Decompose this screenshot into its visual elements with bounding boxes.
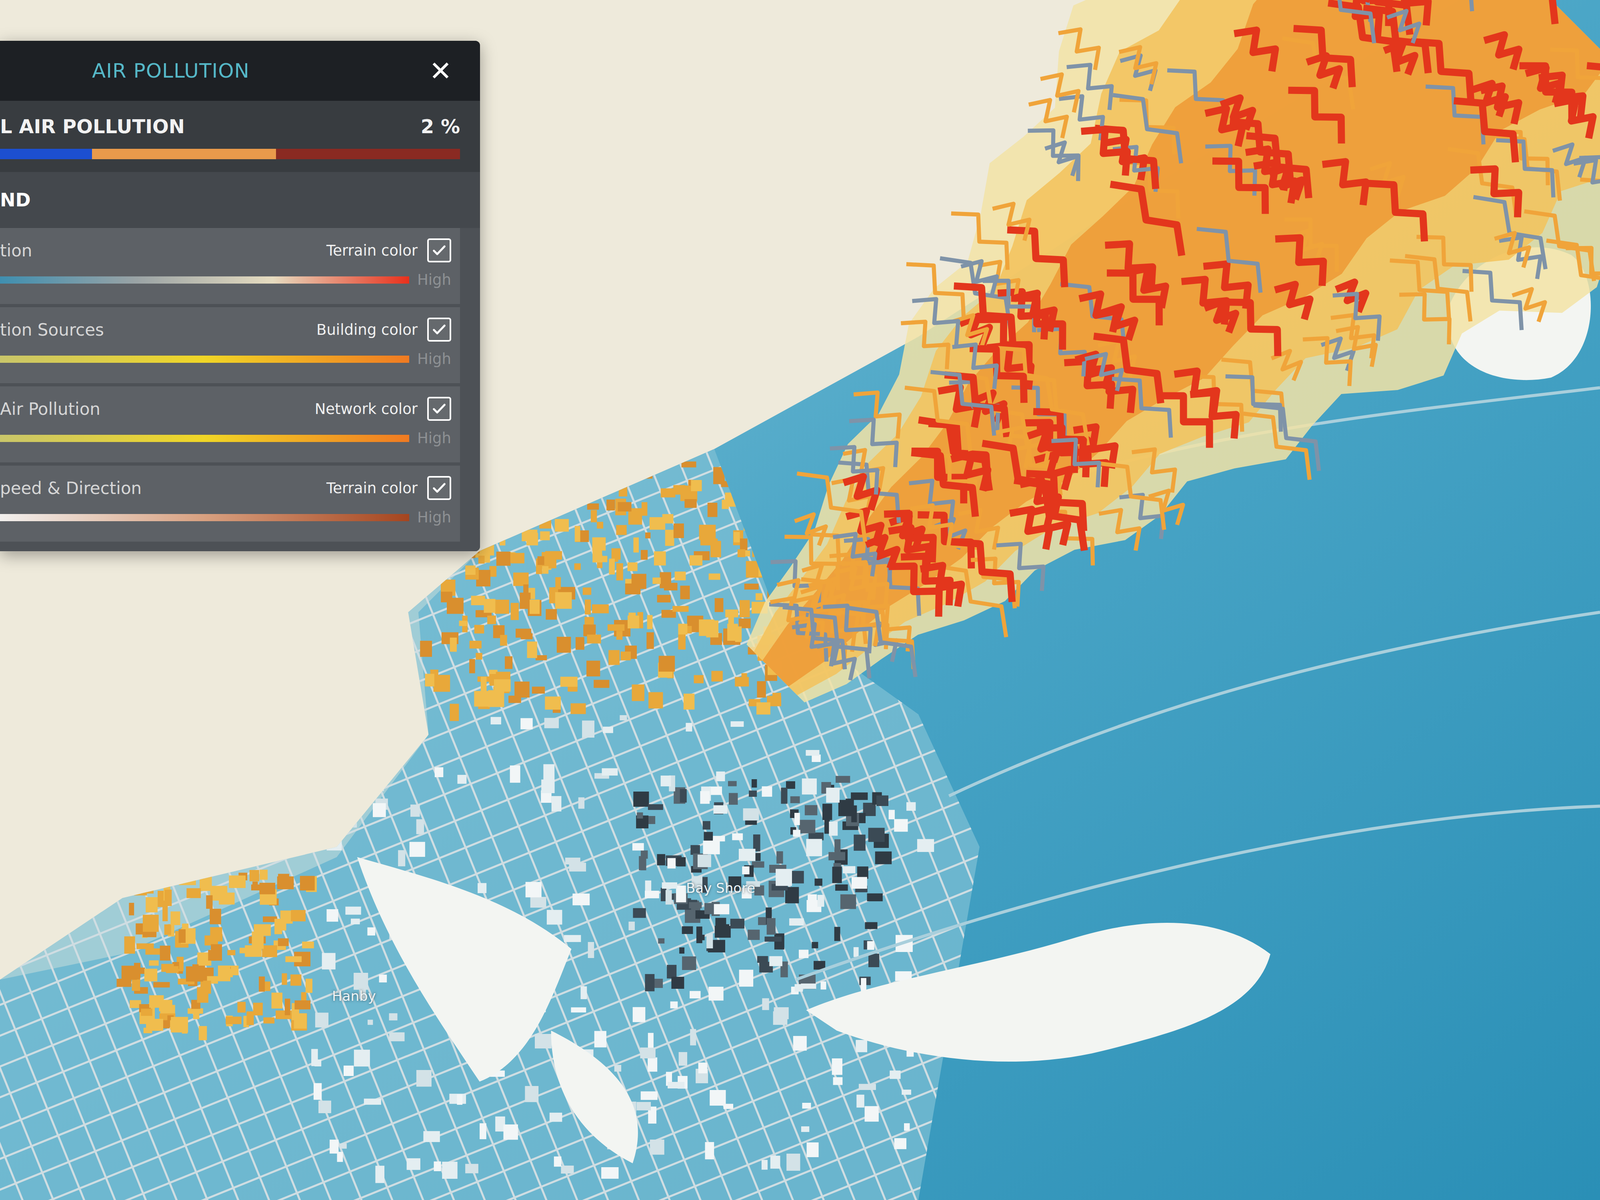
high-label: High — [417, 508, 452, 526]
gradient-bar — [0, 434, 410, 442]
panel-title: AIR POLLUTION — [92, 59, 250, 83]
legend-row: tion Terrain color High — [0, 228, 460, 304]
game-screen: Bay Shore Hanby AIR POLLUTION ✕ L AIR POLLUT… — [0, 0, 1600, 1200]
legend-label: peed & Direction — [0, 478, 142, 498]
color-toggle[interactable]: Network color — [314, 396, 452, 421]
legend-scale: High — [0, 429, 452, 447]
check-icon — [431, 321, 448, 338]
high-label: High — [417, 350, 452, 368]
check-icon — [431, 480, 448, 496]
checkbox[interactable] — [427, 476, 452, 500]
toggle-label: Terrain color — [326, 242, 418, 260]
total-scale-bar — [0, 148, 460, 160]
legend-row-top: Air Pollution Network color — [0, 396, 452, 421]
close-button[interactable]: ✕ — [425, 55, 456, 87]
legend-row: Air Pollution Network color High — [0, 386, 460, 463]
checkbox[interactable] — [427, 238, 452, 263]
legend-label: tion Sources — [0, 320, 104, 340]
city — [0, 0, 1600, 1200]
legend-header: ND — [0, 172, 480, 228]
total-label: L AIR POLLUTION — [0, 115, 185, 138]
legend-row-top: tion Sources Building color — [0, 317, 452, 342]
total-row: L AIR POLLUTION 2 % — [0, 115, 460, 138]
legend-list: tion Terrain color High tion Sources Buildin… — [0, 228, 480, 552]
legend-scale: High — [0, 350, 452, 368]
legend-row: peed & Direction Terrain color High — [0, 465, 460, 542]
check-icon — [431, 242, 448, 259]
high-label: High — [417, 271, 452, 289]
map-label: Bay Shore — [686, 880, 756, 896]
gradient-bar — [0, 514, 410, 522]
check-icon — [431, 400, 448, 417]
legend-scale: High — [0, 271, 452, 289]
checkbox[interactable] — [427, 317, 452, 342]
color-toggle[interactable]: Terrain color — [326, 238, 452, 263]
legend-row-top: tion Terrain color — [0, 238, 452, 263]
gradient-bar — [0, 276, 410, 284]
legend-label: Air Pollution — [0, 399, 101, 419]
legend-row-top: peed & Direction Terrain color — [0, 476, 452, 500]
gradient-bar — [0, 355, 410, 363]
legend-scale: High — [0, 508, 452, 526]
pollution-plume — [746, 0, 1600, 703]
high-label: High — [417, 429, 452, 447]
air-pollution-panel: AIR POLLUTION ✕ L AIR POLLUTION 2 % ND tion Te… — [0, 40, 480, 552]
total-section: L AIR POLLUTION 2 % — [0, 100, 480, 172]
panel-header: AIR POLLUTION ✕ — [0, 40, 480, 101]
toggle-label: Terrain color — [326, 479, 418, 497]
toggle-label: Building color — [316, 321, 418, 339]
legend-label: tion — [0, 240, 32, 261]
toggle-label: Network color — [314, 400, 418, 418]
color-toggle[interactable]: Terrain color — [326, 476, 452, 500]
checkbox[interactable] — [427, 396, 452, 421]
map-label: Hanby — [332, 988, 376, 1004]
legend-row: tion Sources Building color High — [0, 307, 460, 384]
color-toggle[interactable]: Building color — [316, 317, 452, 342]
total-value: 2 % — [420, 115, 460, 138]
